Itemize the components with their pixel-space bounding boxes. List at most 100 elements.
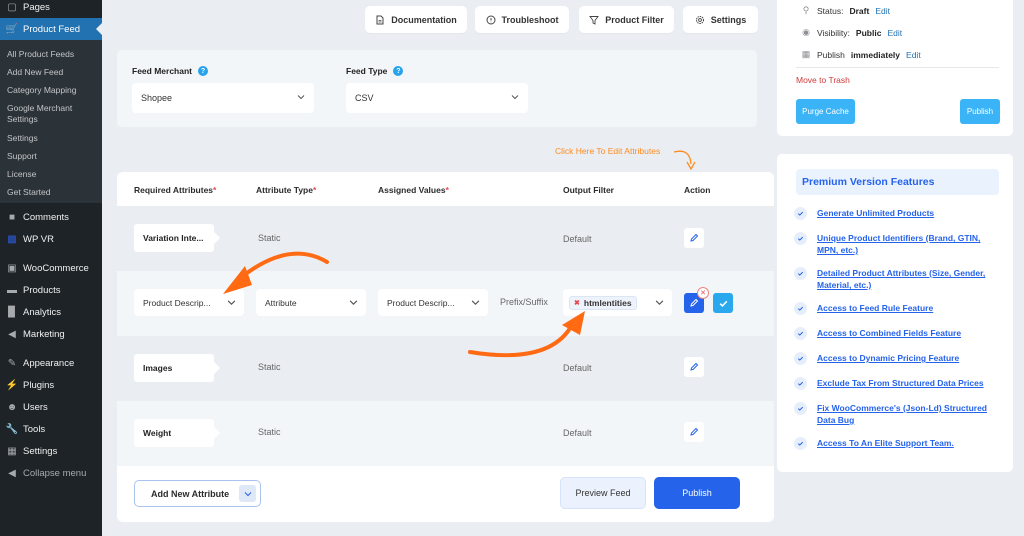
pin-icon: ⚲ (802, 5, 810, 15)
check-circle-icon (794, 402, 807, 415)
submenu-get-started[interactable]: Get Started (7, 187, 50, 198)
feed-merchant-select[interactable]: Shopee (132, 83, 314, 113)
comment-icon: ■ (8, 211, 16, 223)
publish-schedule-line: ▦ Publish immediately Edit (801, 49, 921, 60)
submenu-settings[interactable]: Settings (7, 133, 38, 144)
premium-feature-item: Access to Dynamic Pricing Feature (794, 352, 999, 365)
sidebar-item-marketing[interactable]: ◀ Marketing (0, 323, 102, 345)
bar-chart-icon: ▉ (8, 306, 16, 318)
feed-merchant-label: Feed Merchant ? (132, 66, 208, 76)
sidebar-item-wp-vr[interactable]: ▩ WP VR (0, 228, 102, 250)
premium-feature-link[interactable]: Generate Unlimited Products (817, 207, 934, 220)
check-circle-icon (794, 352, 807, 365)
submenu-google-merchant-settings[interactable]: Google Merchant Settings (7, 103, 99, 125)
premium-feature-link[interactable]: Detailed Product Attributes (Size, Gende… (817, 267, 999, 291)
pencil-icon (690, 427, 699, 436)
output-filter-value: Default (563, 363, 592, 373)
premium-feature-link[interactable]: Access To An Elite Support Team. (817, 437, 954, 450)
attribute-tag: Variation Inte... (134, 224, 220, 252)
remove-chip-icon[interactable]: ✖ (574, 299, 580, 307)
purge-cache-button[interactable]: Purge Cache (796, 99, 855, 124)
product-filter-button[interactable]: Product Filter (579, 6, 674, 33)
premium-feature-link[interactable]: Exclude Tax From Structured Data Prices (817, 377, 984, 390)
edit-visibility-link[interactable]: Edit (887, 28, 902, 38)
check-circle-icon (794, 327, 807, 340)
edit-row-button[interactable] (684, 228, 704, 248)
visibility-line: ◉ Visibility: Public Edit (802, 27, 903, 38)
premium-feature-item: Unique Product Identifiers (Brand, GTIN,… (794, 232, 999, 256)
premium-feature-link[interactable]: Access to Combined Fields Feature (817, 327, 961, 340)
cancel-edit-icon[interactable]: ✕ (697, 287, 709, 299)
premium-feature-link[interactable]: Access to Feed Rule Feature (817, 302, 933, 315)
edit-row-button[interactable] (684, 357, 704, 377)
output-filter-select[interactable]: ✖ htmlentities (563, 289, 672, 316)
submenu-all-product-feeds[interactable]: All Product Feeds (7, 49, 74, 60)
check-circle-icon (794, 377, 807, 390)
megaphone-icon: ◀ (8, 328, 16, 340)
sidebar-item-pages[interactable]: ▢ Pages (0, 0, 102, 18)
gear-icon (695, 15, 704, 24)
sidebar-item-plugins[interactable]: ⚡ Plugins (0, 374, 102, 396)
edit-status-link[interactable]: Edit (875, 6, 890, 16)
chevron-down-icon (349, 300, 358, 305)
troubleshoot-button[interactable]: Troubleshoot (475, 6, 569, 33)
sidebar-item-users[interactable]: ☻ Users (0, 396, 102, 418)
settings-button[interactable]: Settings (683, 6, 758, 33)
documentation-button[interactable]: Documentation (365, 6, 467, 33)
header-assigned-values: Assigned Values* (378, 185, 449, 195)
premium-feature-link[interactable]: Access to Dynamic Pricing Feature (817, 352, 959, 365)
chevron-down-icon[interactable] (239, 485, 256, 502)
sidebar-item-woocommerce[interactable]: ▣ WooCommerce (0, 257, 102, 279)
premium-feature-item: Exclude Tax From Structured Data Prices (794, 377, 999, 390)
pages-icon: ▢ (7, 1, 17, 13)
add-new-attribute-button[interactable]: Add New Attribute (134, 480, 261, 507)
attribute-tag: Images (134, 354, 220, 382)
chevron-down-icon (511, 95, 519, 100)
sidebar-item-appearance[interactable]: ✎ Appearance (0, 352, 102, 374)
brush-icon: ✎ (7, 357, 17, 369)
sidebar-collapse-menu[interactable]: ◀ Collapse menu (0, 462, 102, 484)
submenu-add-new-feed[interactable]: Add New Feed (7, 67, 63, 78)
check-circle-icon (794, 302, 807, 315)
publish-button[interactable]: Publish (654, 477, 740, 509)
user-icon: ☻ (6, 401, 18, 413)
chevron-down-icon (471, 300, 480, 305)
sidebar-item-analytics[interactable]: ▉ Analytics (0, 301, 102, 323)
premium-feature-link[interactable]: Fix WooCommerce's (Json-Ld) Structured D… (817, 402, 999, 426)
archive-icon: ▬ (7, 284, 17, 296)
sidebar-item-settings[interactable]: ▦ Settings (0, 440, 102, 462)
header-output-filter: Output Filter (563, 185, 614, 195)
assigned-value-select[interactable]: Product Descrip... (378, 289, 488, 316)
attribute-type-value: Static (258, 362, 281, 372)
help-icon[interactable]: ? (198, 66, 208, 76)
sidebar-item-products[interactable]: ▬ Products (0, 279, 102, 301)
premium-feature-link[interactable]: Unique Product Identifiers (Brand, GTIN,… (817, 232, 999, 256)
submenu-category-mapping[interactable]: Category Mapping (7, 85, 76, 96)
attributes-table: Required Attributes* Attribute Type* Ass… (117, 172, 774, 522)
filter-chip: ✖ htmlentities (569, 295, 637, 310)
edit-schedule-link[interactable]: Edit (906, 50, 921, 60)
sidebar-item-comments[interactable]: ■ Comments (0, 206, 102, 228)
filter-icon (589, 15, 600, 25)
feed-type-select[interactable]: CSV (346, 83, 528, 113)
save-row-button[interactable] (713, 293, 733, 313)
edit-row-button[interactable] (684, 422, 704, 442)
attribute-type-select[interactable]: Attribute (256, 289, 366, 316)
sidebar-item-product-feed[interactable]: 🛒 Product Feed (0, 18, 102, 40)
check-circle-icon (794, 232, 807, 245)
move-to-trash-link[interactable]: Move to Trash (796, 75, 850, 85)
prefix-suffix-link[interactable]: Prefix/Suffix (500, 297, 548, 307)
attribute-select[interactable]: Product Descrip... (134, 289, 244, 316)
sidebar-item-tools[interactable]: 🔧 Tools (0, 418, 102, 440)
product-feed-submenu: All Product Feeds Add New Feed Category … (0, 40, 102, 203)
header-required-attributes: Required Attributes* (134, 185, 217, 195)
publish-sidebar-button[interactable]: Publish (960, 99, 1000, 124)
divider (796, 67, 999, 68)
pencil-icon (690, 233, 699, 242)
collapse-icon: ◀ (8, 467, 16, 479)
submenu-support[interactable]: Support (7, 151, 37, 162)
check-circle-icon (794, 207, 807, 220)
preview-feed-button[interactable]: Preview Feed (560, 477, 646, 509)
submenu-license[interactable]: License (7, 169, 36, 180)
help-icon[interactable]: ? (393, 66, 404, 76)
